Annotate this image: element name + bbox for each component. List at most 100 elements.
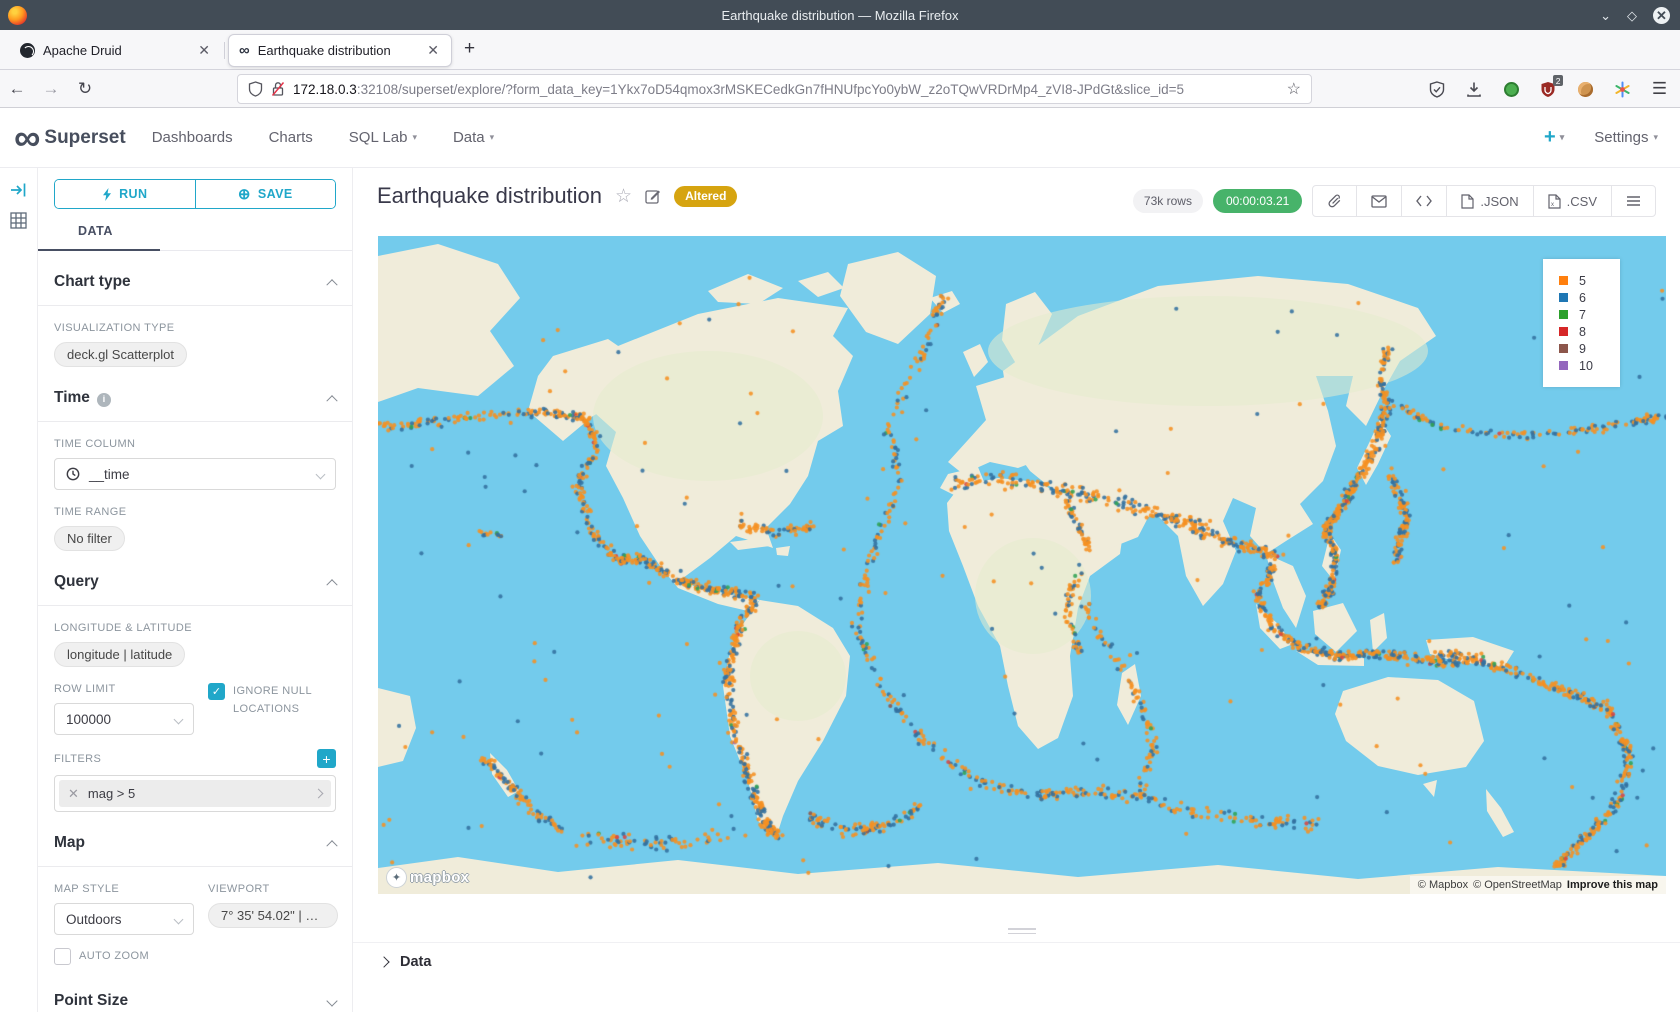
active-tab-indicator [38,249,160,252]
tab-close-icon[interactable]: ✕ [196,42,212,59]
section-chart-type[interactable]: Chart type [54,273,336,291]
attribution-mapbox[interactable]: © Mapbox [1418,879,1468,891]
tab-close-icon[interactable]: ✕ [425,42,441,59]
auto-zoom-checkbox-row[interactable]: AUTO ZOOM [54,948,336,966]
superset-navbar: ∞ Superset Dashboards Charts SQL Lab▾ Data▾… [0,108,1680,168]
section-query[interactable]: Query [54,573,336,591]
remove-filter-icon[interactable]: ✕ [68,786,79,802]
cookie-extension-icon[interactable] [1576,80,1594,98]
viewport-value[interactable]: 7° 35' 54.02" | 31... [208,903,338,928]
collapse-panel-icon[interactable] [10,182,28,198]
save-button[interactable]: ⊕ SAVE [195,180,336,208]
viz-type-label: VISUALIZATION TYPE [54,322,336,334]
green-extension-icon[interactable] [1502,80,1520,98]
section-map[interactable]: Map [54,834,336,852]
section-time[interactable]: Timei [54,389,336,407]
legend-item[interactable]: 6 [1559,289,1612,306]
legend-label: 10 [1579,359,1593,373]
data-panel-toggle[interactable]: Data [380,954,431,970]
export-json-button[interactable]: .JSON [1446,186,1532,216]
edit-pencil-icon[interactable] [645,188,661,204]
add-filter-button[interactable]: + [317,749,336,768]
mapbox-logo[interactable]: ✦ mapbox [386,867,469,888]
time-column-value: __time [89,467,308,482]
ignore-null-checkbox-row[interactable]: ✓ IGNORE NULL LOCATIONS [208,683,336,718]
chevron-right-icon[interactable] [314,789,324,799]
dataset-grid-icon[interactable] [10,212,27,229]
lonlat-label: LONGITUDE & LATITUDE [54,622,336,634]
snowflake-extension-icon[interactable] [1613,80,1631,98]
control-panel: RUN ⊕ SAVE DATA Chart type VISUALIZATION… [38,168,353,1012]
url-text[interactable]: 172.18.0.3:32108/superset/explore/?form_… [293,82,1279,97]
close-icon[interactable]: ✕ [1653,7,1670,24]
legend-swatch [1559,361,1568,370]
downloads-icon[interactable] [1465,80,1483,98]
time-range-value[interactable]: No filter [54,526,125,551]
minimize-icon[interactable]: ⌄ [1600,9,1611,22]
window-title: Earthquake distribution — Mozilla Firefo… [0,8,1680,23]
more-options-button[interactable] [1611,186,1655,216]
superset-favicon: ∞ [239,43,250,58]
time-column-select[interactable]: __time [54,458,336,490]
back-icon[interactable]: ← [0,79,34,99]
map-style-select[interactable]: Outdoors [54,903,194,935]
ublock-icon[interactable]: 2 [1539,80,1557,98]
time-column-label: TIME COLUMN [54,438,336,450]
superset-logo[interactable]: ∞ Superset [14,123,126,153]
ignore-null-label: IGNORE NULL LOCATIONS [233,683,336,718]
tab-apache-druid[interactable]: Apache Druid ✕ [10,34,222,67]
deckgl-scatterplot-map[interactable]: 56 789 10 ✦ mapbox © Mapbox © OpenStreetMa… [378,236,1666,894]
new-tab-button[interactable]: + [464,38,475,60]
improve-map-link[interactable]: Improve this map [1567,879,1658,891]
insecure-lock-icon[interactable] [271,81,285,97]
altered-badge[interactable]: Altered [674,186,737,207]
lonlat-value[interactable]: longitude | latitude [54,642,185,667]
embed-code-button[interactable] [1401,186,1446,216]
caret-down-icon: ▾ [412,132,417,143]
nav-item-data[interactable]: Data▾ [453,129,494,146]
legend-item[interactable]: 8 [1559,323,1612,340]
settings-menu[interactable]: Settings▾ [1594,129,1658,146]
run-button[interactable]: RUN [55,180,195,208]
legend-item[interactable]: 9 [1559,340,1612,357]
menu-icon[interactable]: ☰ [1650,80,1668,98]
email-button[interactable] [1356,186,1401,216]
tab-earthquake-distribution[interactable]: ∞ Earthquake distribution ✕ [228,34,452,67]
legend-item[interactable]: 7 [1559,306,1612,323]
reload-icon[interactable]: ↻ [68,79,102,99]
legend-label: 7 [1579,308,1586,322]
tab-strip: Apache Druid ✕ ∞ Earthquake distribution… [0,30,1680,70]
section-point-size[interactable]: Point Size [54,992,336,1010]
url-bar[interactable]: 172.18.0.3:32108/superset/explore/?form_… [237,74,1312,104]
new-item-button[interactable]: +▾ [1544,126,1564,149]
chevron-up-icon [326,579,337,590]
nav-item-charts[interactable]: Charts [269,129,313,146]
tab-data[interactable]: DATA [78,224,113,238]
filter-chip[interactable]: ✕ mag > 5 [59,780,331,807]
nav-item-dashboards[interactable]: Dashboards [152,129,233,146]
favorite-star-icon[interactable]: ☆ [615,185,632,208]
tracking-shield-icon[interactable] [248,81,263,97]
window-titlebar: Earthquake distribution — Mozilla Firefo… [0,0,1680,30]
map-attribution: © Mapbox © OpenStreetMap Improve this ma… [1410,876,1666,894]
forward-icon[interactable]: → [34,79,68,99]
row-limit-select[interactable]: 100000 [54,703,194,735]
magnitude-legend: 56 789 10 [1543,259,1620,387]
export-csv-button[interactable]: x .CSV [1533,186,1611,216]
attribution-osm[interactable]: © OpenStreetMap [1473,879,1562,891]
mapbox-wordmark: mapbox [410,869,469,886]
checkbox-checked-icon[interactable]: ✓ [208,683,225,700]
chevron-up-icon [326,840,337,851]
maximize-icon[interactable]: ◇ [1627,9,1637,22]
legend-item[interactable]: 5 [1559,272,1612,289]
legend-swatch [1559,293,1568,302]
legend-item[interactable]: 10 [1559,357,1612,374]
protections-shield-icon[interactable] [1428,80,1446,98]
bookmark-star-icon[interactable]: ☆ [1287,79,1301,99]
viz-type-value[interactable]: deck.gl Scatterplot [54,342,187,367]
copy-link-button[interactable] [1313,186,1356,216]
checkbox-unchecked-icon[interactable] [54,948,71,965]
filters-box: ✕ mag > 5 [54,775,336,812]
nav-item-sql-lab[interactable]: SQL Lab▾ [349,129,417,146]
resize-handle[interactable] [1008,928,1036,937]
